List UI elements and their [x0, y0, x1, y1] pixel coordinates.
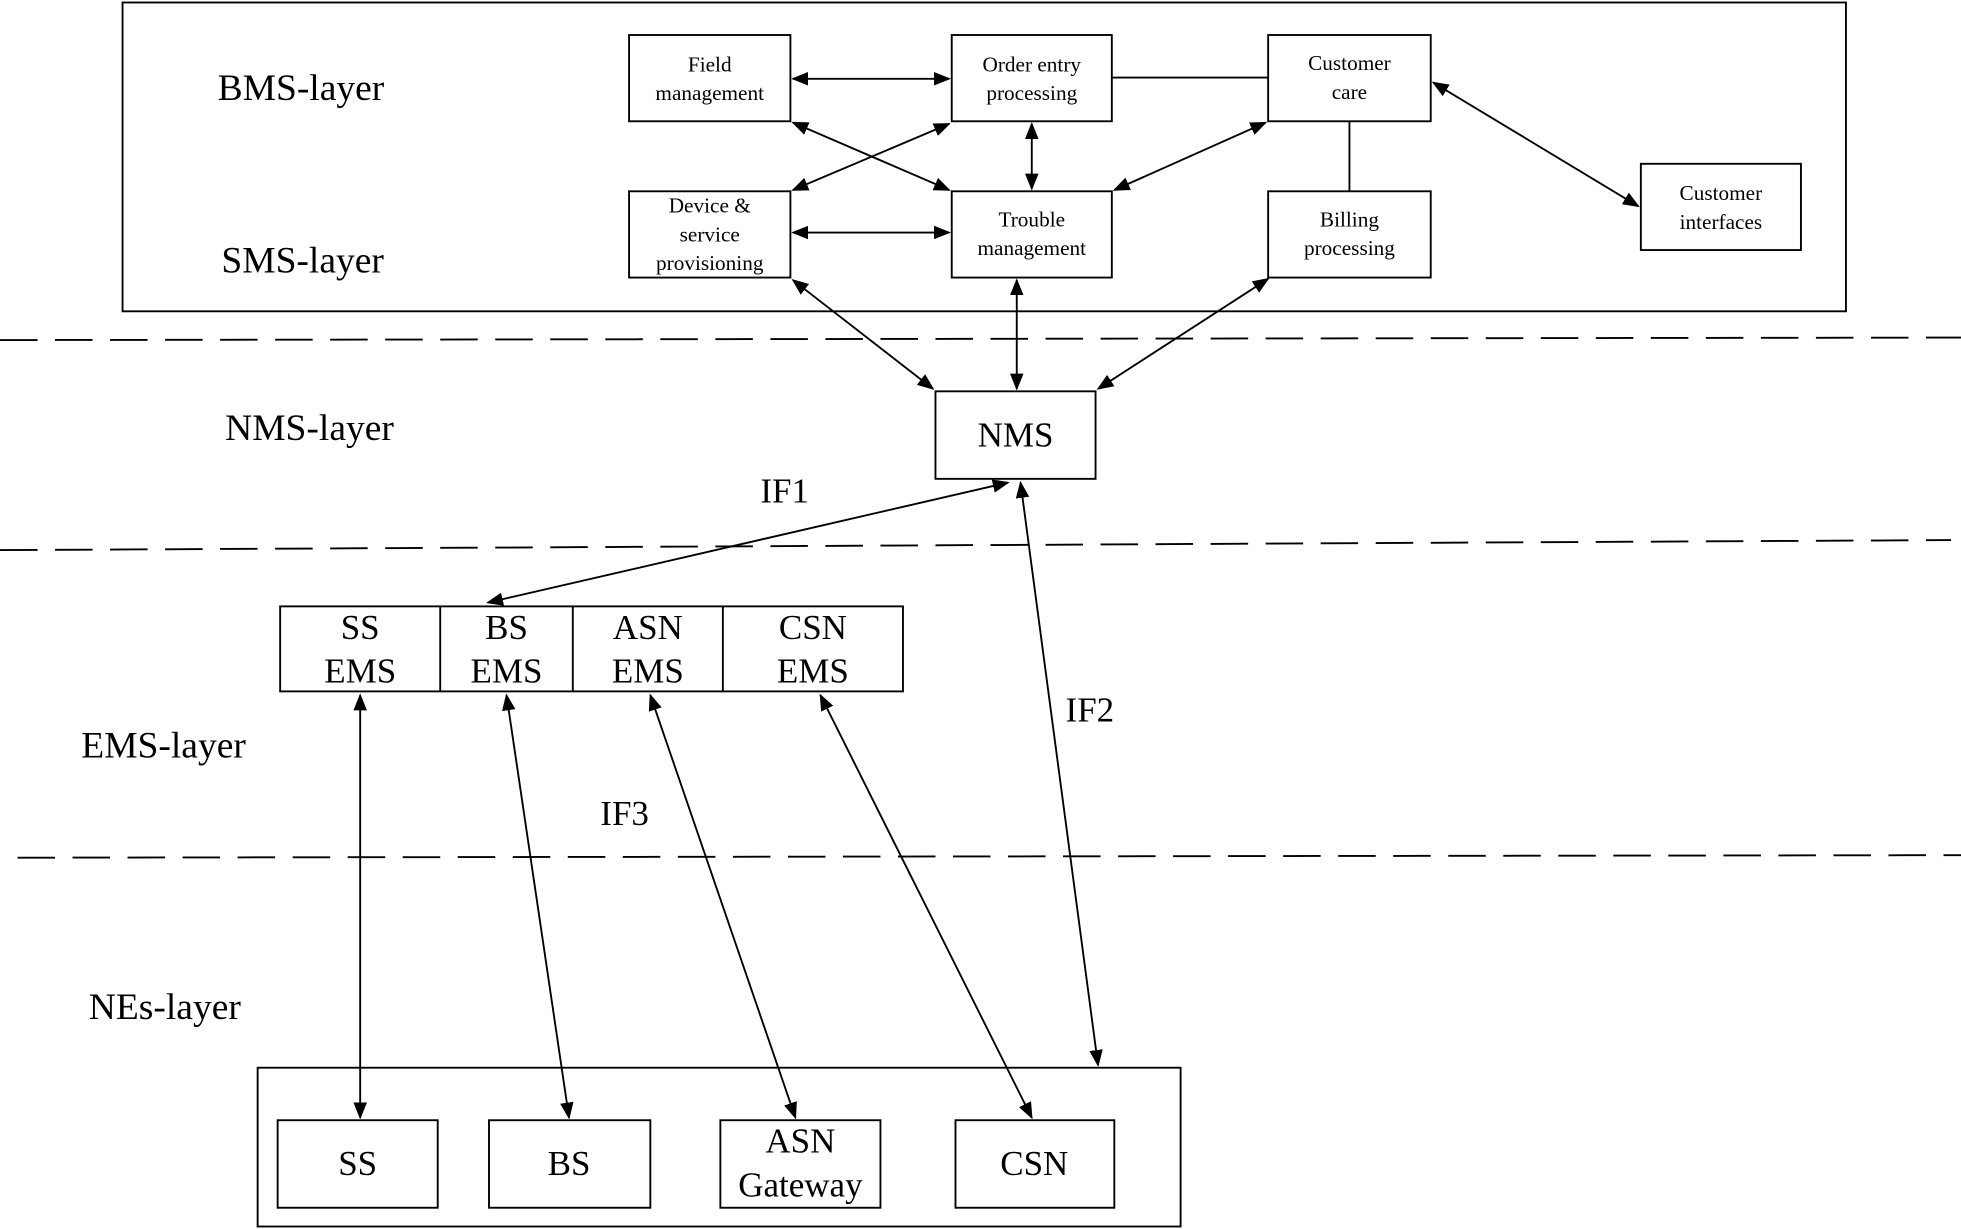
svg-text:EMS: EMS [324, 652, 396, 691]
if3-bs-connector [502, 693, 574, 1120]
separator-sms-nms [0, 336, 1961, 342]
ne-asn-gateway: ASN Gateway [719, 1119, 882, 1209]
svg-text:SS: SS [341, 608, 380, 647]
if2-connector [1015, 480, 1103, 1067]
svg-text:NMS: NMS [978, 415, 1054, 454]
svg-text:Gateway: Gateway [738, 1165, 863, 1204]
svg-text:SS: SS [338, 1144, 377, 1183]
svg-text:processing: processing [1304, 236, 1395, 260]
svg-text:Billing: Billing [1320, 207, 1379, 231]
box-field-management: Field management [628, 34, 792, 123]
svg-text:Device &: Device & [669, 194, 751, 218]
svg-text:management: management [655, 81, 764, 105]
svg-text:interfaces: interfaces [1680, 210, 1763, 234]
separator-ems-nes [17, 854, 1961, 859]
svg-text:BS: BS [548, 1144, 591, 1183]
svg-text:EMS: EMS [612, 652, 684, 691]
svg-text:ASN: ASN [613, 608, 683, 647]
lower-connectors [353, 479, 1103, 1120]
svg-text:Trouble: Trouble [999, 207, 1066, 231]
svg-text:management: management [977, 236, 1086, 260]
separator-nms-ems [0, 539, 1951, 552]
svg-text:BS: BS [485, 608, 528, 647]
label-nes-layer: NEs-layer [89, 987, 242, 1028]
if1-connector [486, 479, 1010, 606]
svg-text:ASN: ASN [765, 1122, 835, 1161]
svg-text:Order entry: Order entry [983, 52, 1082, 76]
box-customer-interfaces: Customer interfaces [1639, 162, 1802, 251]
ne-ss: SS [276, 1119, 439, 1209]
svg-text:CSN: CSN [779, 608, 847, 647]
label-if1: IF1 [760, 472, 809, 511]
ems-row: SS EMS BS EMS ASN EMS CSN EMS [279, 605, 904, 693]
network-management-diagram: BMS-layer SMS-layer NMS-layer EMS-layer … [0, 1, 1961, 1228]
svg-text:EMS: EMS [777, 652, 849, 691]
box-nms: NMS [934, 390, 1097, 480]
label-if2: IF2 [1066, 690, 1115, 729]
ne-bs: BS [488, 1119, 652, 1209]
box-trouble-management: Trouble management [950, 190, 1113, 279]
label-nms-layer: NMS-layer [225, 408, 394, 449]
svg-text:Customer: Customer [1680, 181, 1763, 205]
svg-text:Field: Field [688, 52, 732, 76]
if3-asn-connector [648, 693, 797, 1120]
label-ems-layer: EMS-layer [81, 726, 246, 767]
svg-text:processing: processing [986, 81, 1077, 105]
label-if3: IF3 [600, 794, 649, 833]
ne-csn: CSN [954, 1119, 1116, 1209]
box-device-service-provisioning: Device & service provisioning [628, 190, 792, 279]
label-sms-layer: SMS-layer [221, 241, 384, 282]
svg-text:care: care [1332, 80, 1367, 104]
svg-text:EMS: EMS [471, 652, 543, 691]
svg-text:Customer: Customer [1308, 51, 1391, 75]
box-billing-processing: Billing processing [1267, 190, 1432, 279]
svg-text:CSN: CSN [1000, 1144, 1068, 1183]
svg-text:provisioning: provisioning [656, 251, 764, 275]
if3-csn-connector [819, 693, 1033, 1120]
box-customer-care: Customer care [1267, 34, 1432, 123]
label-bms-layer: BMS-layer [218, 68, 385, 109]
box-order-entry-processing: Order entry processing [950, 34, 1113, 123]
svg-text:service: service [680, 222, 740, 246]
